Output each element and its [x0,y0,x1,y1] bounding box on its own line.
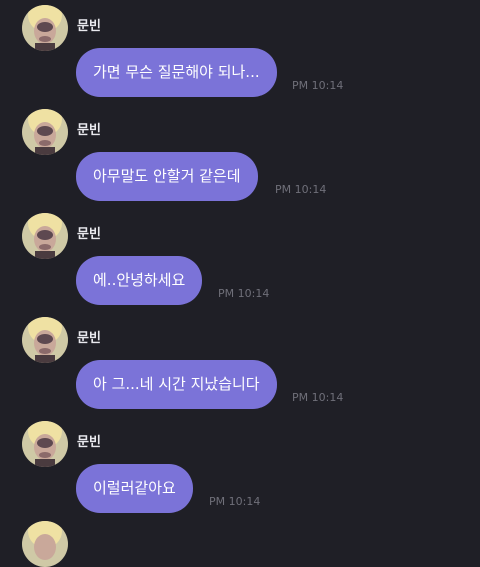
message-time: PM 10:14 [292,79,344,92]
message-bubble[interactable]: 에..안녕하세요 [76,256,203,305]
avatar-image [22,521,68,567]
avatar-image [22,109,68,155]
chat-thread: 문빈 가면 무슨 질문해야 되나... PM 10:14 문빈 아무말도 안할거… [0,0,480,567]
avatar[interactable] [22,421,68,467]
sender-name: 문빈 [77,19,101,34]
avatar[interactable] [22,109,68,155]
avatar-image [22,213,68,259]
message-time: PM 10:14 [209,495,261,508]
avatar-image [22,5,68,51]
message-row: 문빈 이럴러같아요 PM 10:14 [0,416,480,520]
sender-name: 문빈 [77,435,101,450]
sender-name: 문빈 [77,123,101,138]
message-row: 문빈 아 그...네 시간 지났습니다 PM 10:14 [0,312,480,416]
message-row: 문빈 가면 무슨 질문해야 되나... PM 10:14 [0,0,480,104]
message-time: PM 10:14 [218,287,270,300]
avatar[interactable] [22,521,68,567]
avatar[interactable] [22,213,68,259]
message-bubble[interactable]: 이럴러같아요 [76,464,193,513]
message-time: PM 10:14 [292,391,344,404]
message-row: 문빈 아무말도 안할거 같은데 PM 10:14 [0,104,480,208]
avatar-image [22,421,68,467]
message-bubble[interactable]: 가면 무슨 질문해야 되나... [76,48,277,97]
message-row: 문빈 에..안녕하세요 PM 10:14 [0,208,480,312]
avatar-image [22,317,68,363]
avatar[interactable] [22,317,68,363]
sender-name: 문빈 [77,331,101,346]
message-bubble[interactable]: 아 그...네 시간 지났습니다 [76,360,277,409]
message-time: PM 10:14 [275,183,327,196]
message-bubble[interactable]: 아무말도 안할거 같은데 [76,152,258,201]
avatar[interactable] [22,5,68,51]
sender-name: 문빈 [77,227,101,242]
